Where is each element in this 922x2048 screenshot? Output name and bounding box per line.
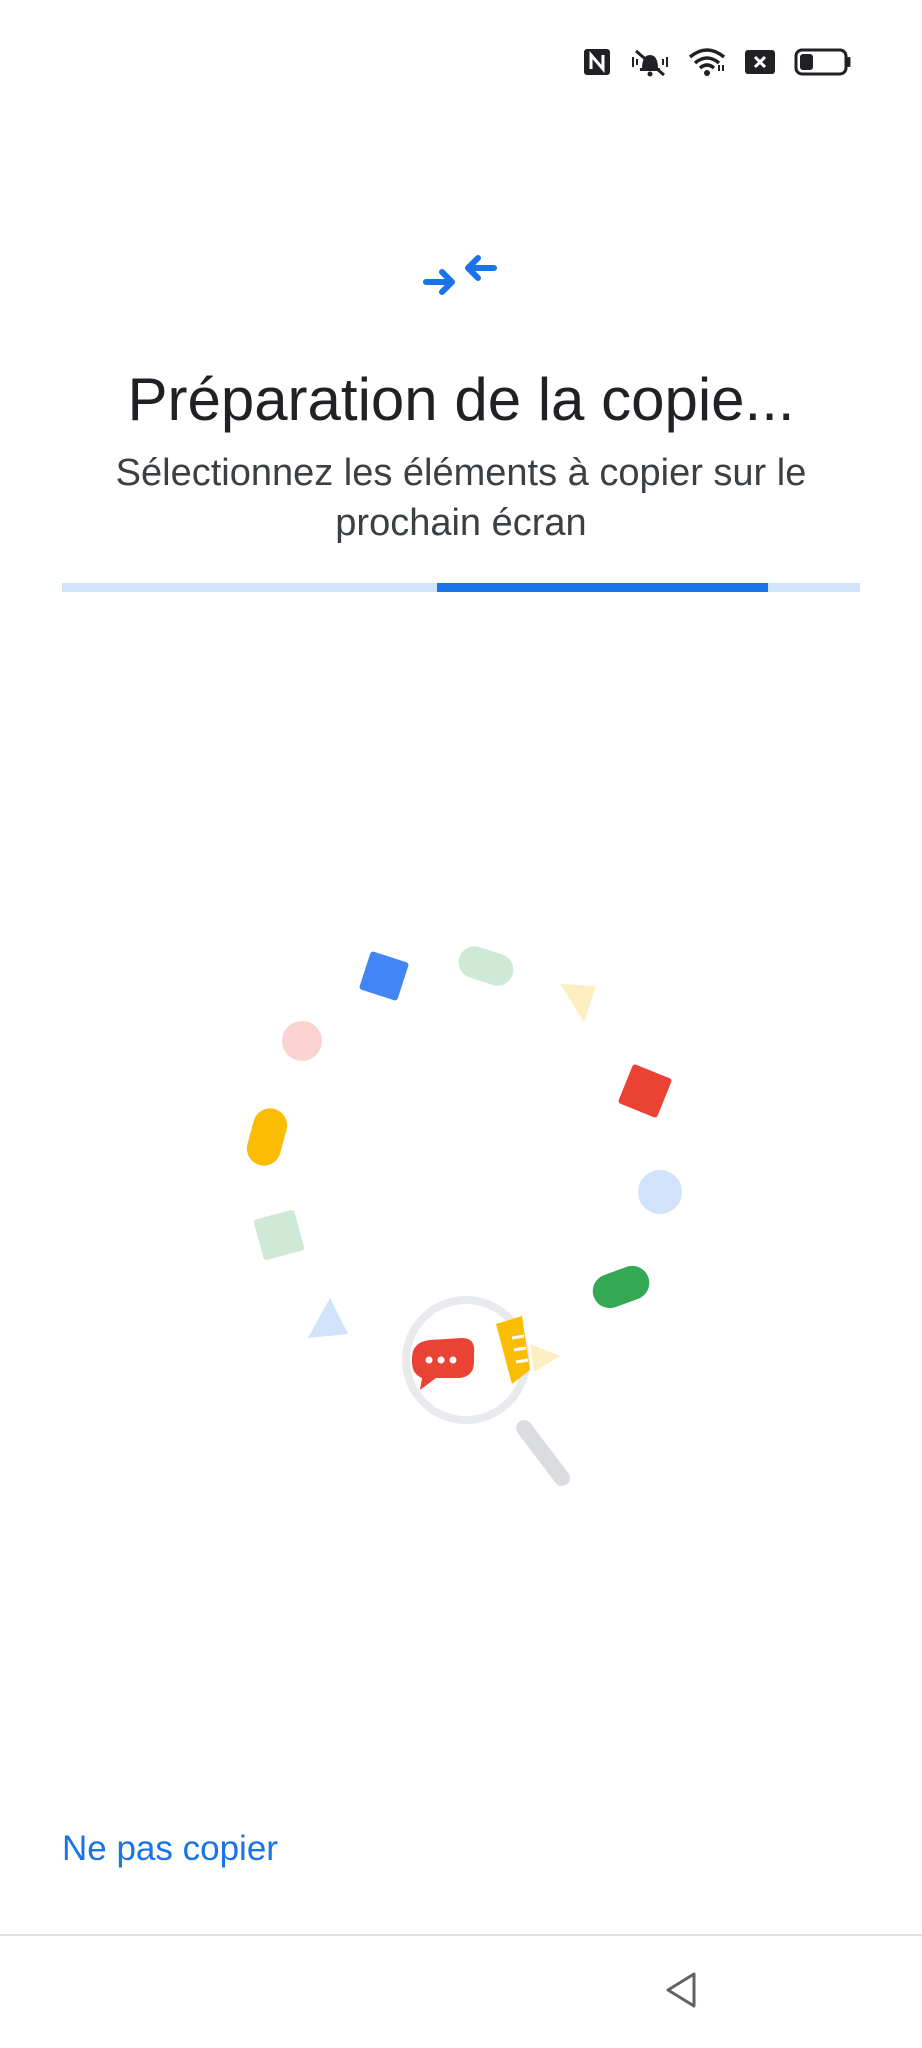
shape-blue-square (359, 951, 409, 1001)
battery-icon (794, 48, 852, 76)
shape-light-blue-triangle (308, 1298, 348, 1338)
progress-indicator (437, 583, 769, 592)
status-bar (582, 40, 852, 84)
no-sim-icon (744, 48, 776, 76)
shape-green-pill (592, 1265, 650, 1309)
wifi-icon (688, 47, 726, 77)
shape-light-green-square (253, 1209, 305, 1261)
magnifier-icon (402, 1296, 570, 1486)
vibrate-icon (630, 47, 670, 77)
shape-red-square (618, 1064, 672, 1118)
nfc-icon (582, 47, 612, 77)
skip-copy-button[interactable]: Ne pas copier (62, 1820, 278, 1878)
searching-data-illustration (0, 920, 922, 1520)
nav-divider (0, 1934, 922, 1936)
shape-yellow-pill (246, 1108, 288, 1166)
shape-light-yellow-triangle (560, 984, 596, 1022)
shape-light-red-circle (282, 1021, 322, 1061)
progress-bar (62, 583, 860, 592)
page-subtitle: Sélectionnez les éléments à copier sur l… (115, 452, 807, 544)
page-title: Préparation de la copie... (127, 366, 795, 433)
shape-light-green-pill (458, 946, 514, 986)
transfer-arrows-icon (422, 246, 502, 310)
back-triangle-icon[interactable] (660, 1968, 704, 2012)
shape-light-blue-circle (638, 1170, 682, 1214)
